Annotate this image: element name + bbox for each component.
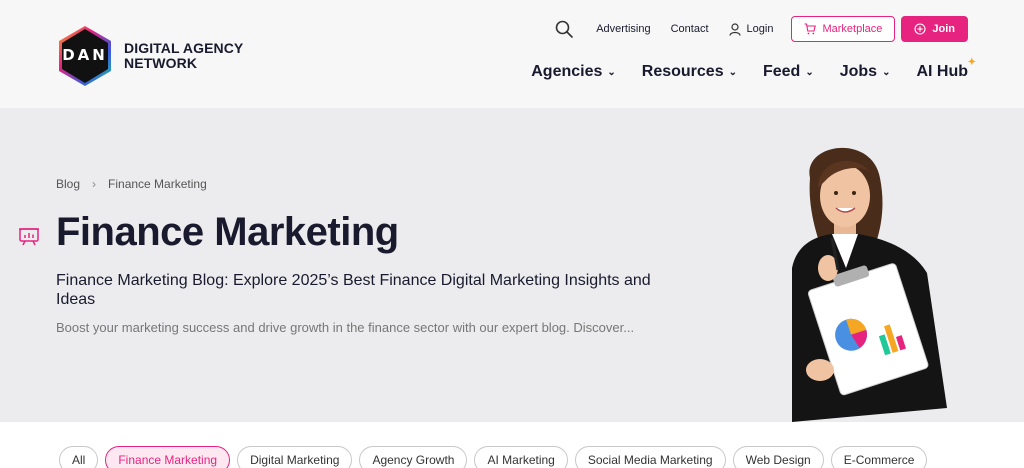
- search-icon[interactable]: [554, 19, 574, 39]
- filter-chip-digital-marketing[interactable]: Digital Marketing: [237, 446, 353, 468]
- filter-chip-web-design[interactable]: Web Design: [732, 446, 824, 468]
- contact-link[interactable]: Contact: [671, 23, 709, 35]
- login-link[interactable]: Login: [728, 22, 774, 36]
- nav-feed[interactable]: Feed ⌄: [763, 63, 814, 81]
- nav-ai-hub[interactable]: AI Hub ✦: [916, 57, 976, 81]
- hero-section: Blog › Finance Marketing Finance Marketi…: [0, 108, 1024, 422]
- logo-hexagon-icon: DAN: [56, 24, 114, 88]
- filter-chip-finance-marketing[interactable]: Finance Marketing: [105, 446, 231, 468]
- breadcrumb-current: Finance Marketing: [108, 177, 207, 191]
- logo-line-2: NETWORK: [124, 55, 198, 71]
- filter-chip-all[interactable]: All: [59, 446, 99, 468]
- login-label: Login: [746, 23, 774, 35]
- page-description: Boost your marketing success and drive g…: [56, 320, 635, 335]
- nav-resources-label: Resources: [641, 63, 724, 80]
- sparkle-icon: ✦: [967, 57, 976, 68]
- page-title: Finance Marketing: [56, 210, 399, 254]
- user-icon: [728, 22, 741, 36]
- breadcrumb-separator: ›: [92, 177, 97, 191]
- utility-nav: Advertising Contact Login Marketplace Jo…: [554, 16, 968, 42]
- nav-resources[interactable]: Resources ⌄: [642, 63, 737, 81]
- join-label: Join: [932, 23, 955, 35]
- nav-agencies[interactable]: Agencies ⌄: [531, 63, 616, 81]
- marketplace-button[interactable]: Marketplace: [791, 16, 896, 42]
- category-filters: All Finance Marketing Digital Marketing …: [59, 446, 934, 468]
- nav-agencies-label: Agencies: [531, 63, 603, 80]
- chevron-down-icon: ⌄: [882, 66, 891, 78]
- nav-jobs[interactable]: Jobs ⌄: [840, 63, 891, 81]
- logo-line-1: DIGITAL AGENCY: [124, 40, 244, 56]
- logo-wordmark: DIGITAL AGENCY NETWORK: [124, 41, 243, 71]
- nav-jobs-label: Jobs: [839, 63, 878, 80]
- presentation-chart-icon: [19, 228, 39, 246]
- cart-icon: [804, 23, 817, 35]
- site-header: DAN DIGITAL AGENCY NETWORK Advertising C…: [0, 0, 1024, 108]
- breadcrumb-blog-link[interactable]: Blog: [56, 177, 80, 191]
- nav-ai-hub-label: AI Hub: [916, 63, 968, 80]
- filter-chip-ai-marketing[interactable]: AI Marketing: [474, 446, 568, 468]
- main-nav: Agencies ⌄ Resources ⌄ Feed ⌄ Jobs ⌄ AI …: [505, 57, 976, 81]
- chevron-down-icon: ⌄: [607, 66, 616, 78]
- breadcrumb: Blog › Finance Marketing: [56, 177, 207, 191]
- advertising-link[interactable]: Advertising: [596, 23, 650, 35]
- filter-chip-social-media-marketing[interactable]: Social Media Marketing: [574, 446, 726, 468]
- nav-feed-label: Feed: [762, 63, 801, 80]
- page-subtitle: Finance Marketing Blog: Explore 2025’s B…: [56, 272, 651, 308]
- hero-person-illustration: [792, 147, 947, 422]
- chevron-down-icon: ⌄: [728, 66, 737, 78]
- chevron-down-icon: ⌄: [805, 66, 814, 78]
- plus-circle-icon: [914, 23, 926, 35]
- marketplace-label: Marketplace: [822, 23, 883, 35]
- site-logo[interactable]: DAN DIGITAL AGENCY NETWORK: [56, 24, 243, 88]
- join-button[interactable]: Join: [901, 16, 968, 42]
- filter-chip-e-commerce[interactable]: E-Commerce: [830, 446, 928, 468]
- filter-chip-agency-growth[interactable]: Agency Growth: [359, 446, 468, 468]
- logo-mark: DAN: [62, 46, 108, 64]
